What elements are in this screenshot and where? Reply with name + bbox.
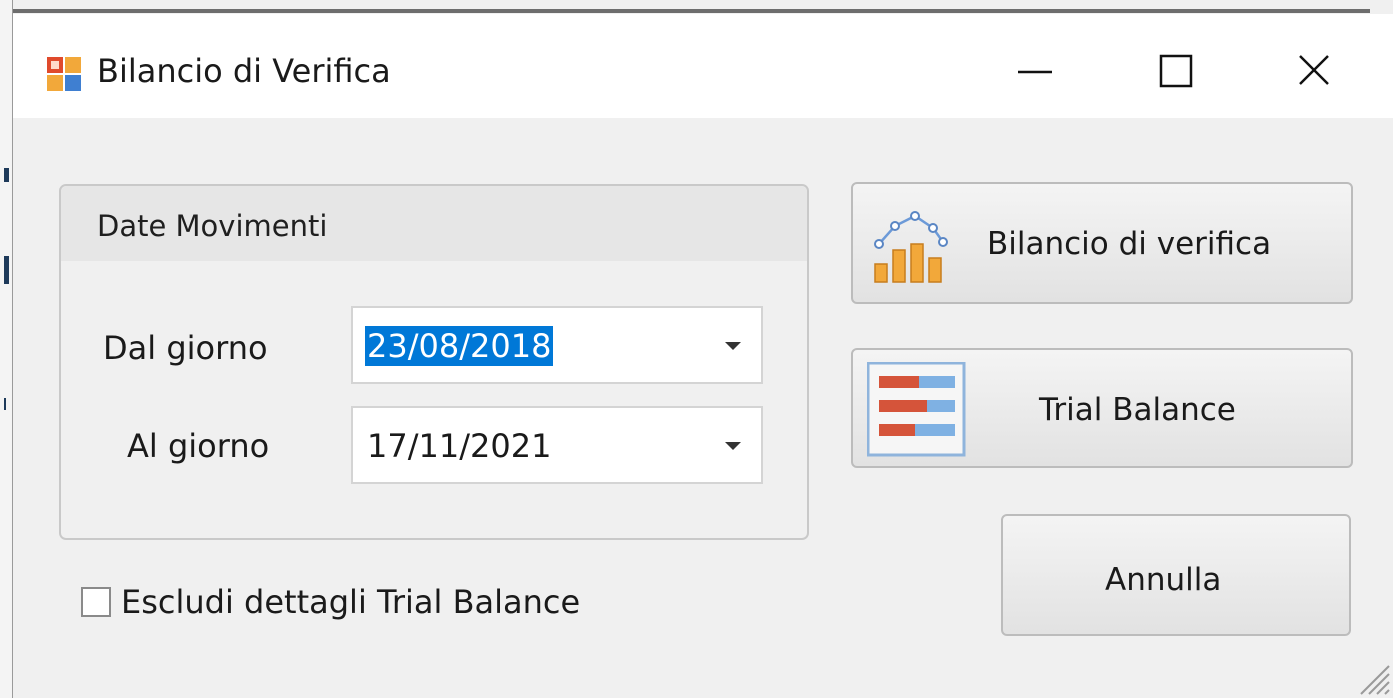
cancel-button[interactable]: Annulla [1001, 514, 1351, 636]
bilancio-verifica-label: Bilancio di verifica [987, 226, 1272, 262]
dialog-window: Bilancio di Verifica Date Movimenti Dal … [13, 14, 1393, 698]
window-title: Bilancio di Verifica [97, 52, 391, 90]
close-button[interactable] [1271, 40, 1357, 104]
chevron-down-icon[interactable] [725, 342, 741, 350]
chevron-down-icon[interactable] [725, 442, 741, 450]
exclude-details-checkbox[interactable] [81, 587, 111, 617]
chart-icon [871, 206, 951, 288]
background-mark [4, 398, 6, 410]
to-date-value[interactable]: 17/11/2021 [365, 426, 553, 466]
table-icon [866, 361, 967, 462]
from-date-picker[interactable]: 23/08/2018 [351, 306, 763, 384]
maximize-icon [1159, 54, 1193, 88]
minimize-icon [1018, 70, 1052, 74]
background-window-edge [0, 0, 1393, 14]
minimize-button[interactable] [993, 40, 1079, 104]
app-icon [46, 56, 82, 92]
trial-balance-label: Trial Balance [1039, 392, 1236, 428]
to-date-label: Al giorno [127, 427, 270, 465]
background-left-edge [0, 0, 13, 698]
date-group: Date Movimenti Dal giorno 23/08/2018 Al … [59, 184, 809, 540]
from-date-value[interactable]: 23/08/2018 [365, 326, 554, 366]
to-date-picker[interactable]: 17/11/2021 [351, 406, 763, 484]
background-mark [4, 256, 9, 284]
background-window-border [0, 9, 1370, 13]
title-bar[interactable]: Bilancio di Verifica [13, 14, 1393, 118]
resize-grip-icon[interactable] [1355, 660, 1391, 696]
date-group-header: Date Movimenti [61, 186, 807, 261]
bilancio-verifica-button[interactable]: Bilancio di verifica [851, 182, 1353, 304]
trial-balance-button[interactable]: Trial Balance [851, 348, 1353, 468]
background-mark [4, 168, 9, 182]
close-icon [1299, 55, 1329, 85]
exclude-details-label[interactable]: Escludi dettagli Trial Balance [121, 579, 580, 625]
date-group-title: Date Movimenti [97, 209, 328, 243]
maximize-button[interactable] [1133, 40, 1219, 104]
from-date-label: Dal giorno [103, 329, 268, 367]
cancel-label: Annulla [1105, 562, 1222, 598]
